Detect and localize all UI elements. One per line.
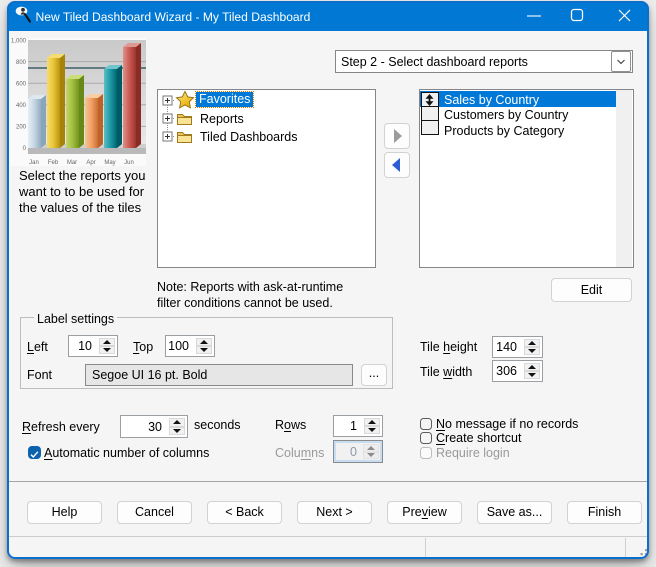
svg-text:400: 400 xyxy=(16,103,27,109)
svg-text:200: 200 xyxy=(16,125,27,131)
svg-text:May: May xyxy=(104,160,115,166)
svg-text:Jun: Jun xyxy=(124,160,134,166)
svg-text:1,000: 1,000 xyxy=(11,39,27,45)
svg-text:Apr: Apr xyxy=(86,160,95,166)
svg-text:Mar: Mar xyxy=(67,160,77,166)
svg-text:600: 600 xyxy=(16,82,27,88)
svg-text:Jan: Jan xyxy=(29,160,39,166)
svg-text:800: 800 xyxy=(16,60,27,66)
svg-text:Feb: Feb xyxy=(48,160,59,166)
